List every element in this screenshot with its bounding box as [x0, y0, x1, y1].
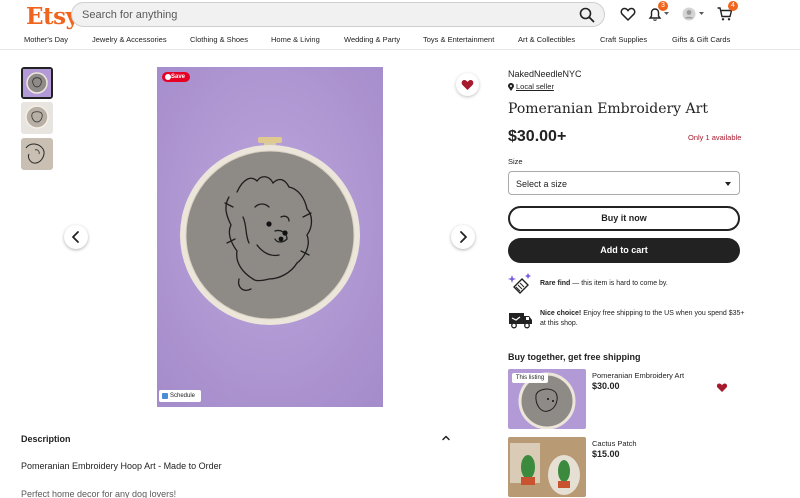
- avatar-icon: [682, 7, 696, 21]
- heart-filled-icon[interactable]: [715, 380, 729, 394]
- cart-badge: 4: [728, 1, 738, 11]
- caret-down-icon: [725, 182, 731, 186]
- buy-together-heading: Buy together, get free shipping: [508, 352, 641, 362]
- next-image-button[interactable]: [451, 225, 475, 249]
- category-nav: Mother's Day Jewelry & Accessories Cloth…: [0, 32, 800, 50]
- thumbnail-3[interactable]: [21, 138, 53, 170]
- nav-item[interactable]: Toys & Entertainment: [423, 35, 494, 44]
- description-heading[interactable]: Description: [21, 434, 71, 444]
- save-label: Save: [171, 74, 186, 80]
- buy-together-item-price: $15.00: [592, 449, 620, 459]
- favorite-listing-button[interactable]: [456, 73, 479, 96]
- rare-find-perk: Rare find — this item is hard to come by…: [540, 279, 745, 289]
- perk-bold: Rare find: [540, 280, 571, 287]
- perk-bold: Nice choice!: [540, 310, 582, 317]
- nav-item[interactable]: Gifts & Gift Cards: [672, 35, 730, 44]
- search-bar: [71, 2, 605, 27]
- chevron-up-icon[interactable]: [441, 433, 451, 443]
- nav-item[interactable]: Clothing & Shoes: [190, 35, 248, 44]
- shipping-truck-icon: [509, 313, 532, 329]
- description-text: Pomeranian Embroidery Hoop Art - Made to…: [21, 461, 222, 471]
- chevron-down-icon: [664, 12, 669, 15]
- shop-name-link[interactable]: NakedNeedleNYC: [508, 69, 582, 79]
- add-to-cart-button[interactable]: Add to cart: [508, 238, 740, 263]
- favorites-heart-icon[interactable]: [619, 5, 637, 23]
- chevron-left-icon: [72, 231, 79, 243]
- cactus-patch-image: [508, 437, 586, 497]
- free-shipping-perk: Nice choice! Enjoy free shipping to the …: [540, 309, 745, 329]
- schedule-button[interactable]: Schedule: [159, 390, 201, 402]
- previous-image-button[interactable]: [64, 225, 88, 249]
- thumbnail-1[interactable]: [21, 67, 53, 99]
- account-button[interactable]: [681, 5, 699, 23]
- nav-item[interactable]: Home & Living: [271, 35, 320, 44]
- pinterest-icon: [165, 74, 171, 80]
- nav-item[interactable]: Art & Collectibles: [518, 35, 575, 44]
- thumbnail-image: [21, 138, 53, 170]
- buy-together-item-name[interactable]: Pomeranian Embroidery Art: [592, 371, 684, 380]
- perk-text: — this item is hard to come by.: [570, 280, 668, 287]
- thumbnail-2[interactable]: [21, 102, 53, 134]
- buy-now-button[interactable]: Buy it now: [508, 206, 740, 231]
- notifications-badge: 3: [658, 1, 668, 11]
- rare-find-icon: [508, 273, 531, 294]
- buy-together-item-name[interactable]: Cactus Patch: [592, 439, 637, 448]
- size-select[interactable]: Select a size: [508, 171, 740, 195]
- chevron-right-icon: [460, 231, 467, 243]
- this-listing-badge: This listing: [512, 373, 548, 383]
- buy-together-item-image[interactable]: [508, 437, 586, 497]
- availability-text: Only 1 available: [688, 133, 742, 142]
- pomeranian-embroidery-image: [157, 67, 383, 407]
- listing-main-image[interactable]: [157, 67, 383, 407]
- listing-title: Pomeranian Embroidery Art: [508, 101, 708, 117]
- nav-item[interactable]: Mother's Day: [24, 35, 68, 44]
- thumbnail-image: [23, 69, 51, 97]
- chevron-down-icon: [699, 12, 704, 15]
- buy-together-item-price: $30.00: [592, 381, 620, 391]
- search-icon[interactable]: [578, 6, 596, 24]
- nav-item[interactable]: Wedding & Party: [344, 35, 400, 44]
- pinterest-save-button[interactable]: Save: [162, 72, 190, 82]
- size-label: Size: [508, 157, 523, 166]
- schedule-label: Schedule: [170, 393, 196, 399]
- heart-filled-icon: [461, 80, 474, 90]
- schedule-icon: [162, 393, 168, 399]
- description-text: Perfect home decor for any dog lovers!: [21, 489, 177, 498]
- local-seller-link[interactable]: Local seller: [516, 82, 554, 91]
- thumbnail-image: [21, 102, 53, 134]
- nav-item[interactable]: Jewelry & Accessories: [92, 35, 167, 44]
- notifications-button[interactable]: 3: [646, 1, 668, 23]
- listing-price: $30.00+: [508, 128, 567, 145]
- nav-item[interactable]: Craft Supplies: [600, 35, 647, 44]
- size-select-value: Select a size: [516, 179, 568, 189]
- search-input[interactable]: [82, 7, 562, 23]
- cart-button[interactable]: 4: [716, 1, 738, 23]
- location-pin-icon: [508, 83, 514, 91]
